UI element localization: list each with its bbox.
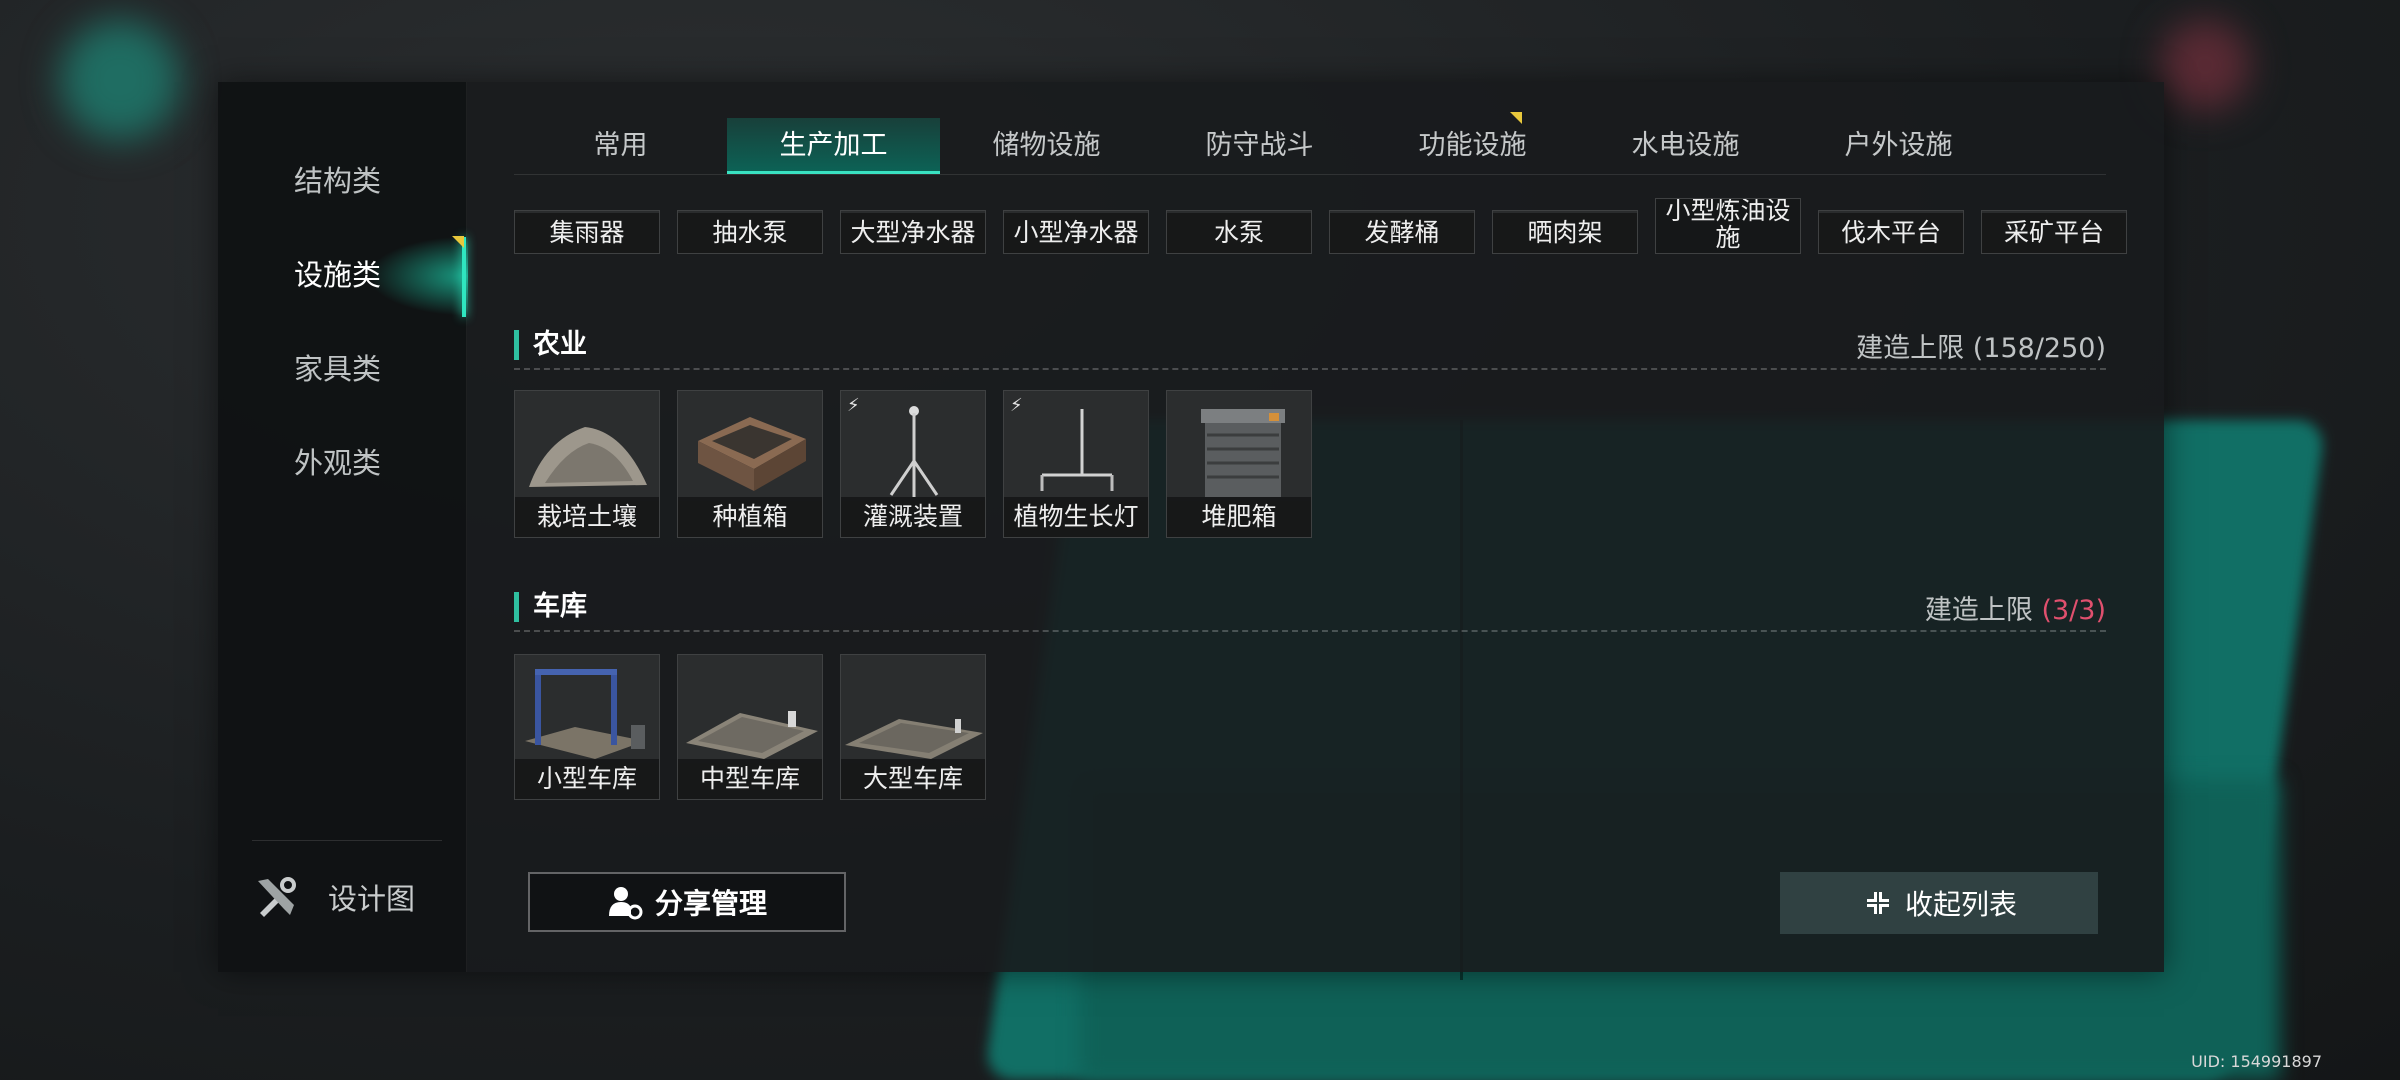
garage-pad-icon [678, 655, 822, 763]
new-marker-icon [1510, 112, 1522, 124]
item-large-garage[interactable]: 大型车库 [840, 654, 986, 800]
item-water-pump-draw[interactable]: 抽水泵 [677, 210, 823, 254]
item-planter[interactable]: 种植箱 [677, 390, 823, 538]
item-label: 种植箱 [678, 497, 822, 537]
item-label: 灌溉装置 [841, 497, 985, 537]
limit-label: 建造上限 [1924, 595, 2033, 626]
item-label: 抽水泵 [678, 213, 822, 253]
collapse-label: 收起列表 [1904, 888, 2017, 921]
item-label: 大型车库 [841, 759, 985, 799]
new-marker-icon [452, 236, 464, 248]
tab-defense[interactable]: 防守战斗 [1153, 118, 1366, 174]
sidebar-divider [252, 840, 442, 841]
limit-label: 建造上限 [1856, 333, 1965, 364]
build-menu-panel: 结构类 设施类 家具类 外观类 设计图 常用 生产加工 储物设施 防守战斗 功能… [218, 82, 2164, 972]
limit-value: (158/250) [1972, 333, 2106, 364]
power-bolt-icon: ⚡ [1010, 395, 1023, 416]
item-label: 小型车库 [515, 759, 659, 799]
item-label: 水泵 [1167, 213, 1311, 253]
item-irrigation[interactable]: ⚡ 灌溉装置 [840, 390, 986, 538]
blueprint-button[interactable]: 设计图 [254, 872, 415, 922]
section-title-agriculture: 农业 [514, 330, 587, 360]
share-management-button[interactable]: 分享管理 [528, 872, 846, 932]
tab-outdoor[interactable]: 户外设施 [1792, 118, 2005, 174]
item-label: 栽培土壤 [515, 497, 659, 537]
item-medium-garage[interactable]: 中型车库 [677, 654, 823, 800]
item-small-garage[interactable]: 小型车库 [514, 654, 660, 800]
garage-pad-large-icon [841, 655, 985, 763]
category-active-indicator [462, 237, 466, 317]
user-share-icon [608, 887, 643, 920]
item-label: 发酵桶 [1330, 213, 1474, 253]
item-soil[interactable]: 栽培土壤 [514, 390, 660, 538]
item-meat-rack[interactable]: 晒肉架 [1492, 210, 1638, 254]
hud-blob [2160, 20, 2250, 110]
item-compost[interactable]: 堆肥箱 [1166, 390, 1312, 538]
category-furniture[interactable]: 家具类 [294, 346, 381, 388]
item-label: 中型车库 [678, 759, 822, 799]
blueprint-tools-icon [258, 877, 296, 917]
car-lift-icon [515, 655, 659, 763]
limit-value: (3/3) [2041, 595, 2106, 626]
power-bolt-icon: ⚡ [847, 395, 860, 416]
item-small-purifier[interactable]: 小型净水器 [1003, 210, 1149, 254]
item-label: 集雨器 [515, 213, 659, 253]
item-water-pump[interactable]: 水泵 [1166, 210, 1312, 254]
soil-pile-icon [515, 391, 659, 501]
item-label: 堆肥箱 [1167, 497, 1311, 537]
grow-lamp-icon [1004, 391, 1148, 501]
user-id: UID: 154991897 [2191, 1052, 2322, 1071]
tab-storage[interactable]: 储物设施 [940, 118, 1153, 174]
build-limit-garage: 建造上限 (3/3) [1818, 588, 2106, 627]
section-title-garage: 车库 [514, 592, 587, 622]
item-label: 小型炼油设施 [1656, 199, 1800, 253]
compost-bin-icon [1167, 391, 1311, 501]
item-mining-platform[interactable]: 采矿平台 [1981, 210, 2127, 254]
collapse-list-button[interactable]: 收起列表 [1780, 872, 2098, 934]
hud-blob [60, 20, 180, 140]
item-fermenter[interactable]: 发酵桶 [1329, 210, 1475, 254]
share-label: 分享管理 [654, 887, 767, 920]
category-active-glow [368, 236, 468, 316]
tab-production[interactable]: 生产加工 [727, 118, 940, 174]
item-logging-platform[interactable]: 伐木平台 [1818, 210, 1964, 254]
item-large-purifier[interactable]: 大型净水器 [840, 210, 986, 254]
item-label: 采矿平台 [1982, 213, 2126, 253]
item-label: 大型净水器 [841, 213, 985, 253]
item-label: 伐木平台 [1819, 213, 1963, 253]
planter-box-icon [678, 391, 822, 501]
subcategory-tabs: 常用 生产加工 储物设施 防守战斗 功能设施 水电设施 户外设施 [514, 118, 2106, 175]
collapse-arrows-icon [1862, 888, 1893, 918]
tab-common[interactable]: 常用 [514, 118, 727, 174]
item-rain-collector[interactable]: 集雨器 [514, 210, 660, 254]
item-grow-lamp[interactable]: ⚡ 植物生长灯 [1003, 390, 1149, 538]
sprinkler-icon [841, 391, 985, 501]
item-label: 植物生长灯 [1004, 497, 1148, 537]
item-small-refinery[interactable]: 小型炼油设施 [1655, 198, 1801, 254]
item-label: 小型净水器 [1004, 213, 1148, 253]
section-divider [514, 630, 2106, 632]
build-limit-agriculture: 建造上限 (158/250) [1818, 326, 2106, 365]
section-divider [514, 368, 2106, 370]
category-appearance[interactable]: 外观类 [294, 440, 381, 482]
category-structure[interactable]: 结构类 [294, 158, 381, 200]
item-label: 晒肉架 [1493, 213, 1637, 253]
tab-utilities[interactable]: 水电设施 [1579, 118, 1792, 174]
category-sidebar: 结构类 设施类 家具类 外观类 设计图 [218, 82, 468, 972]
blueprint-label: 设计图 [328, 882, 416, 916]
category-facilities[interactable]: 设施类 [294, 252, 381, 294]
tab-function[interactable]: 功能设施 [1366, 118, 1579, 174]
